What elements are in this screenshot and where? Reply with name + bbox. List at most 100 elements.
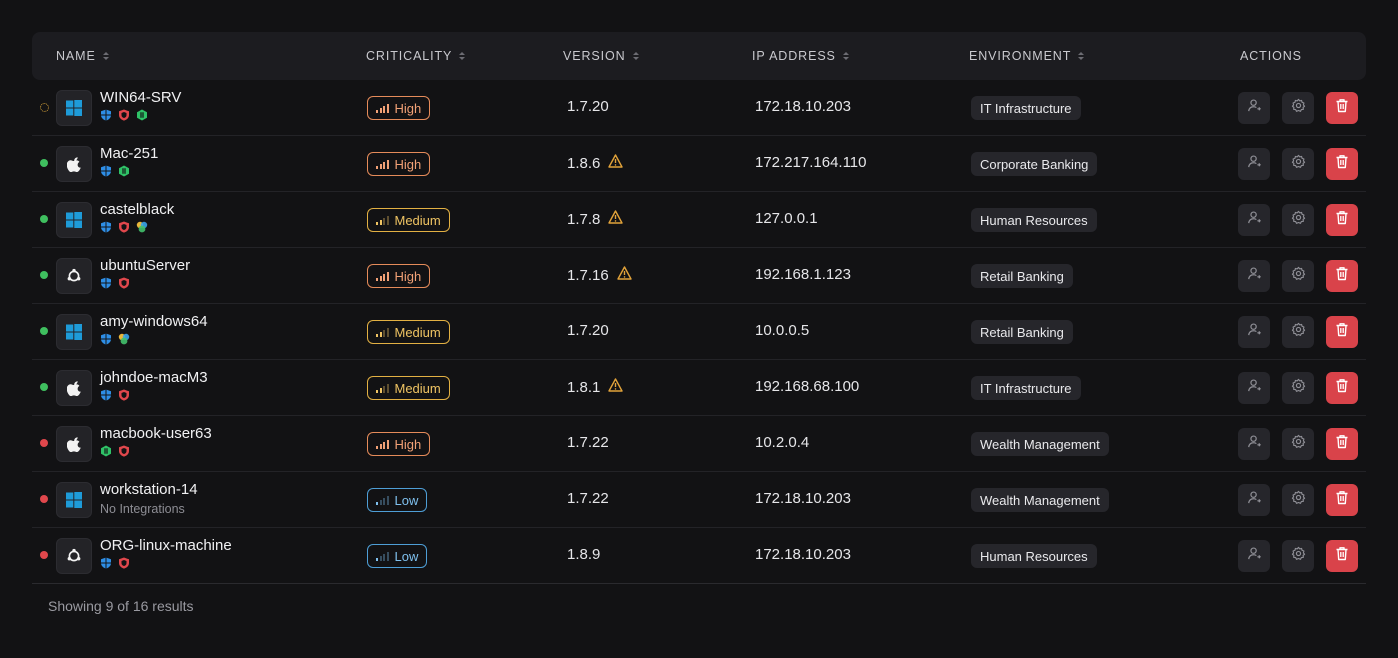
settings-button[interactable] bbox=[1282, 316, 1314, 348]
settings-button[interactable] bbox=[1282, 204, 1314, 236]
assign-user-button[interactable] bbox=[1238, 540, 1270, 572]
settings-button[interactable] bbox=[1282, 92, 1314, 124]
delete-button[interactable] bbox=[1326, 260, 1358, 292]
defender-shield-icon bbox=[100, 276, 112, 294]
ip-address: 172.18.10.203 bbox=[755, 546, 851, 563]
signal-bars-icon bbox=[376, 495, 389, 505]
criticality-label: Medium bbox=[394, 380, 441, 396]
red-shield-icon bbox=[118, 388, 130, 406]
gear-icon bbox=[1291, 322, 1306, 342]
table-row[interactable]: castelblack Medium 1.7.8 127.0.0.1 Human… bbox=[32, 192, 1366, 248]
sort-icon[interactable] bbox=[842, 52, 849, 60]
status-loading-dot bbox=[40, 103, 49, 112]
settings-button[interactable] bbox=[1282, 428, 1314, 460]
asset-name[interactable]: amy-windows64 bbox=[100, 313, 208, 330]
table-row[interactable]: macbook-user63 High 1.7.22 10.2.0.4 Weal… bbox=[32, 416, 1366, 472]
asset-name[interactable]: WIN64-SRV bbox=[100, 89, 181, 106]
gear-icon bbox=[1291, 490, 1306, 510]
table-row[interactable]: johndoe-macM3 Medium 1.8.1 192.168.68.10… bbox=[32, 360, 1366, 416]
asset-name[interactable]: macbook-user63 bbox=[100, 425, 212, 442]
column-header-name[interactable]: NAME bbox=[56, 32, 109, 80]
version-value: 1.8.9 bbox=[567, 546, 601, 563]
settings-button[interactable] bbox=[1282, 484, 1314, 516]
table-row[interactable]: workstation-14 No Integrations Low 1.7.2… bbox=[32, 472, 1366, 528]
windows-icon bbox=[56, 202, 92, 238]
asset-name[interactable]: ubuntuServer bbox=[100, 257, 190, 274]
asset-name[interactable]: castelblack bbox=[100, 201, 174, 218]
criticality-badge: Medium bbox=[367, 376, 450, 400]
sort-icon[interactable] bbox=[632, 52, 639, 60]
settings-button[interactable] bbox=[1282, 260, 1314, 292]
asset-name[interactable]: Mac-251 bbox=[100, 145, 158, 162]
table-row[interactable]: ORG-linux-machine Low 1.8.9 172.18.10.20… bbox=[32, 528, 1366, 584]
assign-user-button[interactable] bbox=[1238, 260, 1270, 292]
sort-icon[interactable] bbox=[1078, 52, 1085, 60]
column-header-criticality[interactable]: CRITICALITY bbox=[366, 32, 466, 80]
signal-bars-icon bbox=[376, 383, 389, 393]
status-offline-dot bbox=[40, 439, 48, 447]
version-value: 1.7.16 bbox=[567, 266, 609, 284]
settings-button[interactable] bbox=[1282, 372, 1314, 404]
trash-icon bbox=[1335, 266, 1349, 286]
environment-badge: Human Resources bbox=[971, 208, 1097, 232]
integrations-list bbox=[100, 445, 130, 459]
criticality-badge: Medium bbox=[367, 208, 450, 232]
assign-user-button[interactable] bbox=[1238, 316, 1270, 348]
delete-button[interactable] bbox=[1326, 316, 1358, 348]
settings-button[interactable] bbox=[1282, 148, 1314, 180]
delete-button[interactable] bbox=[1326, 148, 1358, 180]
status-online-dot bbox=[40, 327, 48, 335]
assign-user-button[interactable] bbox=[1238, 372, 1270, 404]
column-header-ip[interactable]: IP ADDRESS bbox=[752, 32, 849, 80]
criticality-label: Low bbox=[394, 492, 419, 508]
user-icon bbox=[1247, 98, 1262, 118]
delete-button[interactable] bbox=[1326, 92, 1358, 124]
asset-name[interactable]: ORG-linux-machine bbox=[100, 537, 232, 554]
assign-user-button[interactable] bbox=[1238, 484, 1270, 516]
defender-shield-icon bbox=[100, 164, 112, 182]
warning-icon[interactable] bbox=[608, 154, 624, 172]
environment-badge: Corporate Banking bbox=[971, 152, 1098, 176]
warning-icon[interactable] bbox=[617, 266, 632, 284]
user-icon bbox=[1247, 546, 1262, 566]
column-header-label: VERSION bbox=[563, 49, 626, 63]
warning-icon[interactable] bbox=[608, 210, 624, 228]
asset-name[interactable]: johndoe-macM3 bbox=[100, 369, 208, 386]
windows-icon bbox=[56, 482, 92, 518]
assign-user-button[interactable] bbox=[1238, 428, 1270, 460]
windows-icon bbox=[56, 314, 92, 350]
column-header-label: ENVIRONMENT bbox=[969, 49, 1072, 63]
version-cell: 1.7.22 bbox=[567, 434, 609, 451]
integrations-list bbox=[100, 108, 148, 126]
column-header-version[interactable]: VERSION bbox=[563, 32, 639, 80]
assign-user-button[interactable] bbox=[1238, 148, 1270, 180]
sort-icon[interactable] bbox=[459, 52, 466, 60]
environment-badge: Retail Banking bbox=[971, 320, 1073, 344]
asset-name[interactable]: workstation-14 bbox=[100, 481, 198, 498]
column-header-environment[interactable]: ENVIRONMENT bbox=[969, 32, 1085, 80]
delete-button[interactable] bbox=[1326, 372, 1358, 404]
delete-button[interactable] bbox=[1326, 484, 1358, 516]
ip-address: 192.168.1.123 bbox=[755, 266, 851, 283]
defender-shield-icon bbox=[100, 108, 112, 126]
ip-address: 172.18.10.203 bbox=[755, 490, 851, 507]
delete-button[interactable] bbox=[1326, 540, 1358, 572]
delete-button[interactable] bbox=[1326, 204, 1358, 236]
warning-icon[interactable] bbox=[608, 378, 624, 396]
assign-user-button[interactable] bbox=[1238, 92, 1270, 124]
signal-bars-icon bbox=[376, 271, 389, 281]
multicolor-globe-icon bbox=[118, 332, 130, 350]
trash-icon bbox=[1335, 434, 1349, 454]
assign-user-button[interactable] bbox=[1238, 204, 1270, 236]
environment-badge: Retail Banking bbox=[971, 264, 1073, 288]
delete-button[interactable] bbox=[1326, 428, 1358, 460]
table-row[interactable]: Mac-251 High 1.8.6 172.217.164.110 Corpo… bbox=[32, 136, 1366, 192]
integrations-list bbox=[100, 221, 148, 235]
table-row[interactable]: WIN64-SRV High 1.7.20 172.18.10.203 IT I… bbox=[32, 80, 1366, 136]
table-row[interactable]: amy-windows64 Medium 1.7.20 10.0.0.5 Ret… bbox=[32, 304, 1366, 360]
integrations-list bbox=[100, 332, 130, 350]
settings-button[interactable] bbox=[1282, 540, 1314, 572]
table-row[interactable]: ubuntuServer High 1.7.16 192.168.1.123 R… bbox=[32, 248, 1366, 304]
sort-icon[interactable] bbox=[102, 52, 109, 60]
version-value: 1.7.8 bbox=[567, 210, 601, 228]
